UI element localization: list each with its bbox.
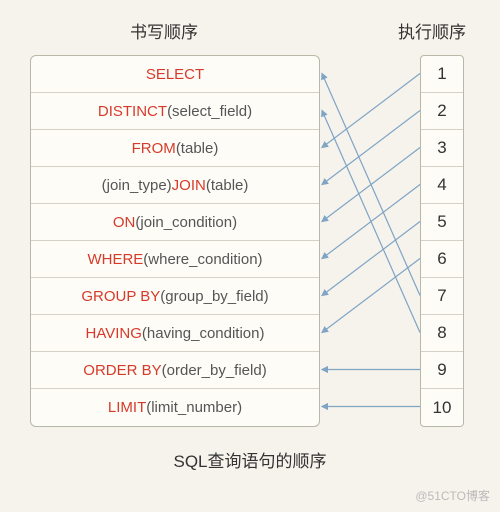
sql-keyword: HAVING xyxy=(86,325,142,342)
write-order-item: ORDER BY (order_by_field) xyxy=(31,352,319,389)
exec-order-item: 3 xyxy=(421,130,463,167)
exec-order-item: 4 xyxy=(421,167,463,204)
exec-order-item: 9 xyxy=(421,352,463,389)
sql-keyword: ON xyxy=(113,214,136,231)
write-order-item: HAVING (having_condition) xyxy=(31,315,319,352)
write-order-item: FROM (table) xyxy=(31,130,319,167)
connector-arrows xyxy=(320,55,420,425)
exec-order-item: 2 xyxy=(421,93,463,130)
write-order-item: ON (join_condition) xyxy=(31,204,319,241)
sql-keyword: SELECT xyxy=(146,66,204,83)
write-order-item: WHERE (where_condition) xyxy=(31,241,319,278)
sql-keyword: ORDER BY xyxy=(83,362,161,379)
sql-keyword: DISTINCT xyxy=(98,103,167,120)
diagram-root: 书写顺序 执行顺序 SELECTDISTINCT (select_field)F… xyxy=(0,0,500,512)
sql-keyword: FROM xyxy=(132,140,176,157)
sql-keyword: GROUP BY xyxy=(81,288,160,305)
exec-order-item: 10 xyxy=(421,389,463,426)
left-column-header: 书写顺序 xyxy=(130,18,198,43)
exec-order-item: 5 xyxy=(421,204,463,241)
sql-keyword: JOIN xyxy=(172,177,206,194)
write-order-item: (join_type) JOIN (table) xyxy=(31,167,319,204)
diagram-caption: SQL查询语句的顺序 xyxy=(0,447,500,472)
write-order-item: DISTINCT (select_field) xyxy=(31,93,319,130)
sql-keyword: LIMIT xyxy=(108,399,146,416)
exec-order-item: 8 xyxy=(421,315,463,352)
watermark-text: @51CTO博客 xyxy=(415,487,490,504)
write-order-item: GROUP BY (group_by_field) xyxy=(31,278,319,315)
right-column-header: 执行顺序 xyxy=(398,18,466,43)
write-order-item: SELECT xyxy=(31,56,319,93)
sql-keyword: WHERE xyxy=(87,251,143,268)
exec-order-item: 1 xyxy=(421,56,463,93)
write-order-item: LIMIT (limit_number) xyxy=(31,389,319,426)
exec-order-item: 7 xyxy=(421,278,463,315)
exec-order-item: 6 xyxy=(421,241,463,278)
write-order-column: SELECT DISTINCT (select_field)FROM (table… xyxy=(30,55,320,427)
exec-order-column: 12345678910 xyxy=(420,55,464,427)
